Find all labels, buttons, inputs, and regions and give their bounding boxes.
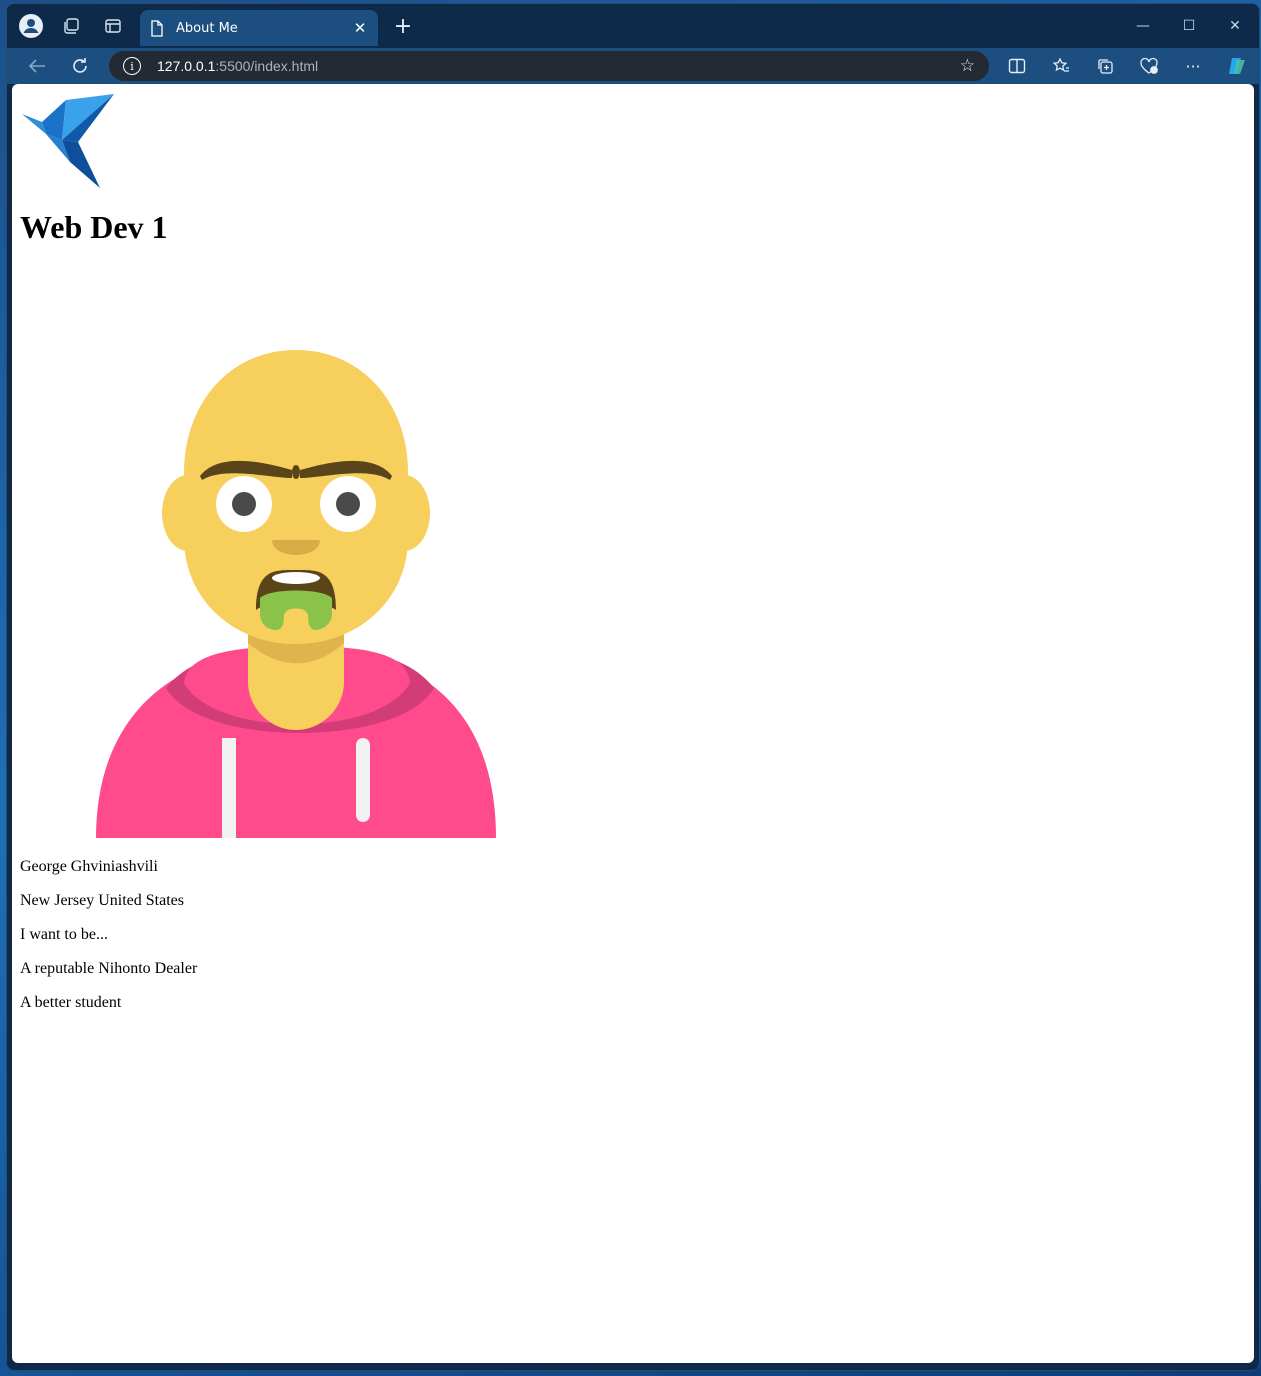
goal-item: A reputable Nihonto Dealer xyxy=(20,960,198,977)
tab-actions-icon[interactable] xyxy=(97,12,129,40)
page-viewport: Web Dev 1 George Ghviniashvili New Jerse… xyxy=(12,84,1254,1363)
favorites-icon[interactable] xyxy=(1045,52,1077,80)
workspaces-icon[interactable] xyxy=(55,12,87,40)
copilot-icon[interactable] xyxy=(1221,52,1253,80)
url-host: 127.0.0.1 xyxy=(157,58,216,74)
refresh-icon[interactable] xyxy=(64,52,96,80)
back-icon[interactable] xyxy=(21,52,53,80)
aspiration-intro: I want to be... xyxy=(20,926,108,943)
page-title: Web Dev 1 xyxy=(20,209,168,245)
navigation-bar: i 127.0.0.1:5500/index.html ☆ ··· xyxy=(7,48,1259,84)
goal-item: A better student xyxy=(20,994,122,1011)
tab-about-me[interactable]: About Me ✕ xyxy=(140,10,378,46)
maximize-icon[interactable]: ☐ xyxy=(1167,10,1211,42)
url-text: 127.0.0.1:5500/index.html xyxy=(157,58,318,74)
minimize-icon[interactable]: — xyxy=(1121,10,1165,42)
more-options-icon[interactable]: ··· xyxy=(1177,52,1209,80)
document-icon xyxy=(150,19,166,37)
tab-title: About Me xyxy=(176,20,238,36)
title-bar: About Me ✕ + — ☐ ✕ xyxy=(7,4,1259,48)
person-location: New Jersey United States xyxy=(20,892,184,909)
page-content: Web Dev 1 George Ghviniashvili New Jerse… xyxy=(20,92,508,1028)
about-lines: George Ghviniashvili New Jersey United S… xyxy=(20,858,508,1028)
url-path: :5500/index.html xyxy=(215,58,319,74)
browser-essentials-icon[interactable] xyxy=(1133,52,1165,80)
close-tab-icon[interactable]: ✕ xyxy=(348,16,372,40)
profile-icon[interactable] xyxy=(15,12,47,40)
new-tab-icon[interactable]: + xyxy=(389,12,417,40)
browser-window: About Me ✕ + — ☐ ✕ i 127.0.0.1:5500/inde… xyxy=(6,3,1260,1371)
collections-icon[interactable] xyxy=(1089,52,1121,80)
person-name: George Ghviniashvili xyxy=(20,858,158,875)
favorite-star-icon[interactable]: ☆ xyxy=(960,56,975,76)
split-screen-icon[interactable] xyxy=(1001,52,1033,80)
site-info-icon[interactable]: i xyxy=(123,57,141,75)
origami-bird-logo-icon xyxy=(22,94,114,188)
address-bar[interactable]: i 127.0.0.1:5500/index.html ☆ xyxy=(109,51,989,81)
cartoon-avatar-icon xyxy=(96,350,496,838)
close-window-icon[interactable]: ✕ xyxy=(1213,10,1257,42)
